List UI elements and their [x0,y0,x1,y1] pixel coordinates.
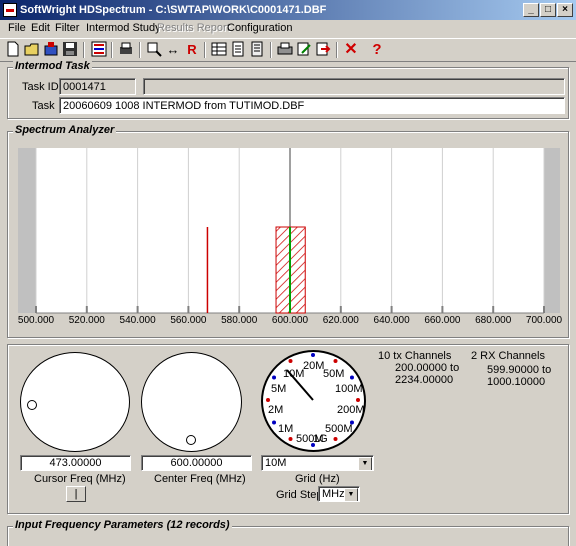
export-icon[interactable] [314,41,332,59]
x-tick-label: 640.000 [374,315,411,326]
menu-bar: File Edit Filter Intermod Study Results … [0,20,576,38]
close-icon[interactable]: ✕ [342,41,360,59]
tx-channels-to: 2234.00000 [395,374,454,386]
help-icon[interactable]: ? [368,41,386,59]
cursor-dial-knob[interactable] [27,400,37,410]
menu-file[interactable]: File [8,22,26,34]
cursor-freq-field[interactable]: 473.00000 [20,455,131,471]
task-id-field[interactable]: 0001471 [59,78,136,95]
center-freq-label: Center Freq (MHz) [154,473,246,485]
grid-dial-label-5m: 5M [271,383,287,395]
x-tick-label: 540.000 [120,315,157,326]
spectrum-chart[interactable]: 500.000 520.000 540.000 560.000 580.000 600.0… [16,143,562,328]
rx-channels-title: 2 RX Channels [471,350,545,362]
edit-icon[interactable] [295,41,313,59]
x-tick-label: 580.000 [221,315,258,326]
grid-dial-label-200m: 200M [337,404,365,416]
grid-dial-label-500m-right: 500M [325,423,353,435]
menu-intermod-study[interactable]: Intermod Study [86,22,161,34]
x-tick-label: 500.000 [18,315,55,326]
spectrum-analyzer-label: Spectrum Analyzer [13,124,117,136]
dial-tick-dot [356,398,360,402]
report2-icon[interactable] [248,41,266,59]
dial-tick-dot [333,359,338,364]
reset-icon[interactable]: R [183,41,201,59]
span-icon[interactable]: ↔ [164,41,182,59]
maximize-button[interactable]: □ [540,3,556,17]
dial-tick-dot [288,436,293,441]
menu-results-report[interactable]: Results Report [157,22,230,34]
minimize-button[interactable]: _ [523,3,539,17]
grid-dial-label-20m: 20M [303,360,325,372]
dial-tick-dot [288,359,293,364]
rx-channels-from: 599.90000 to [487,364,552,376]
dial-tick-dot [272,420,277,425]
grid-select-value: 10M [265,457,287,469]
grid-step-label: Grid Step [276,489,323,501]
x-tick-label: 560.000 [170,315,207,326]
center-freq-dial[interactable] [141,352,242,452]
import-icon[interactable] [42,41,60,59]
grid-dial-label-1m: 1M [278,423,294,435]
x-tick-label: 660.000 [424,315,461,326]
toolbar: ↔ R ✕ ? [0,38,576,62]
dial-tick-dot [272,375,277,380]
dial-tick-dot [311,353,315,357]
print-setup-icon[interactable] [117,41,135,59]
input-frequency-label: Input Frequency Parameters (12 records) [13,519,232,531]
grid-dial-label-500m-bottom: 500M [296,433,324,445]
menu-filter[interactable]: Filter [55,22,79,34]
cursor-freq-dial[interactable] [20,352,130,452]
list-icon[interactable] [90,41,108,59]
grid-step-select[interactable]: MHz ▼ [318,486,360,502]
dial-tick-dot [349,375,354,380]
grid-label: Grid (Hz) [295,473,340,485]
title-bar: SoftWright HDSpectrum - C:\SWTAP\WORK\C0… [0,0,576,20]
grid-dial[interactable]: 20M 50M 100M 200M 500M 1G 500M 1M 2M 5M … [261,350,366,452]
tx-channels-from: 200.00000 to [395,362,460,374]
x-tick-label: 700.000 [526,315,562,326]
grid-dial-label-10m: 10M [283,368,305,380]
tx-channels-title: 10 tx Channels [378,350,452,362]
task-id-label: Task ID: [22,81,62,93]
report-icon[interactable] [229,41,247,59]
center-freq-field[interactable]: 600.00000 [141,455,252,471]
grid-dial-label-2m: 2M [268,404,284,416]
new-icon[interactable] [4,41,22,59]
chevron-down-icon[interactable]: ▼ [358,457,372,470]
dial-tick-dot [333,436,338,441]
center-dial-knob[interactable] [186,435,196,445]
save-icon[interactable] [61,41,79,59]
chevron-down-icon[interactable]: ▼ [344,488,358,501]
dial-tick-dot [266,398,270,402]
cursor-button[interactable]: | [66,486,86,502]
open-icon[interactable] [23,41,41,59]
grid-step-value: MHz [322,488,345,500]
print-icon[interactable] [276,41,294,59]
cursor-freq-label: Cursor Freq (MHz) [34,473,126,485]
task-field[interactable]: 20060609 1008 INTERMOD from TUTIMOD.DBF [59,97,565,114]
task-id-extra-field [143,78,565,95]
menu-edit[interactable]: Edit [31,22,50,34]
window-title: SoftWright HDSpectrum - C:\SWTAP\WORK\C0… [20,4,327,16]
zoom-icon[interactable] [145,41,163,59]
menu-configuration[interactable]: Configuration [227,22,292,34]
x-tick-label: 520.000 [69,315,106,326]
x-tick-label: 680.000 [475,315,512,326]
x-tick-label: 600.000 [272,315,309,326]
grid-select[interactable]: 10M ▼ [261,455,374,471]
app-icon[interactable] [3,3,17,17]
close-window-button[interactable]: × [557,3,573,17]
intermod-task-label: Intermod Task [13,60,92,72]
grid-dial-label-50m: 50M [323,368,345,380]
grid-dial-label-100m: 100M [335,383,363,395]
rx-channels-to: 1000.10000 [487,376,546,388]
table-icon[interactable] [210,41,228,59]
task-label: Task [32,100,55,112]
x-tick-label: 620.000 [323,315,360,326]
